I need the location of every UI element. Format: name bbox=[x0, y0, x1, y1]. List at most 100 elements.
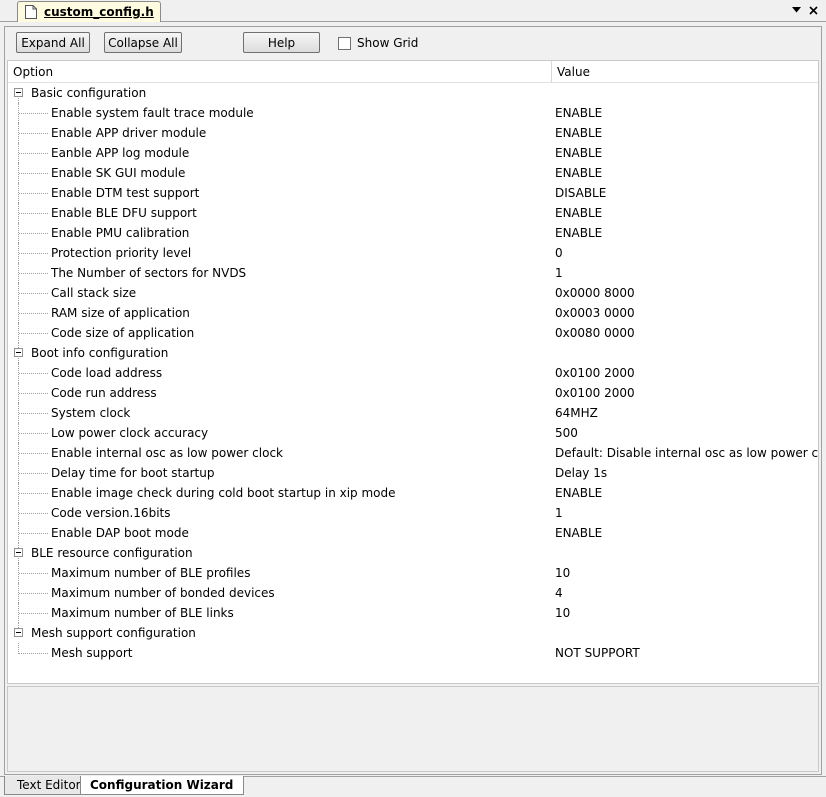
collapse-all-button[interactable]: Collapse All bbox=[104, 32, 182, 53]
show-grid-label: Show Grid bbox=[357, 36, 419, 50]
tree-option-row[interactable]: Code size of application 0x0080 0000 bbox=[8, 323, 818, 343]
tree-option-row[interactable]: Enable SK GUI module ENABLE bbox=[8, 163, 818, 183]
value-column-header[interactable]: Value bbox=[557, 65, 590, 79]
option-value[interactable]: 0 bbox=[555, 246, 563, 260]
option-label: Enable internal osc as low power clock bbox=[51, 446, 284, 460]
option-column-header[interactable]: Option bbox=[13, 65, 53, 79]
option-label: Low power clock accuracy bbox=[51, 426, 209, 440]
tree-option-row[interactable]: The Number of sectors for NVDS 1 bbox=[8, 263, 818, 283]
tree-group-row[interactable]: Mesh support configuration bbox=[8, 623, 818, 643]
option-value[interactable]: ENABLE bbox=[555, 106, 602, 120]
tree-option-row[interactable]: Enable BLE DFU support ENABLE bbox=[8, 203, 818, 223]
tree-option-row[interactable]: Mesh support NOT SUPPORT bbox=[8, 643, 818, 663]
option-label: Mesh support bbox=[51, 646, 133, 660]
file-tab-custom-config[interactable]: custom_config.h bbox=[17, 1, 161, 22]
show-grid-toggle[interactable]: Show Grid bbox=[338, 36, 418, 50]
tree-line bbox=[19, 173, 48, 174]
tree-group-row[interactable]: Boot info configuration bbox=[8, 343, 818, 363]
tree-line bbox=[19, 213, 48, 214]
option-value[interactable]: 0x0003 0000 bbox=[555, 306, 635, 320]
option-value[interactable]: 64MHZ bbox=[555, 406, 598, 420]
tree-option-row[interactable]: Enable internal osc as low power clock De… bbox=[8, 443, 818, 463]
tree-option-row[interactable]: Enable APP driver module ENABLE bbox=[8, 123, 818, 143]
tree-group-row[interactable]: Basic configuration bbox=[8, 83, 818, 103]
option-value[interactable]: Default: Disable internal osc as low pow… bbox=[555, 446, 818, 460]
option-value[interactable]: 10 bbox=[555, 566, 570, 580]
collapse-expander-icon[interactable] bbox=[14, 88, 23, 97]
option-label: Call stack size bbox=[51, 286, 137, 300]
tree-option-row[interactable]: Code load address 0x0100 2000 bbox=[8, 363, 818, 383]
tree-line bbox=[19, 613, 48, 614]
tree-option-row[interactable]: Maximum number of bonded devices 4 bbox=[8, 583, 818, 603]
show-grid-checkbox[interactable] bbox=[338, 36, 351, 50]
tree-option-row[interactable]: Maximum number of BLE profiles 10 bbox=[8, 563, 818, 583]
option-label: Enable APP driver module bbox=[51, 126, 207, 140]
collapse-expander-icon[interactable] bbox=[14, 628, 23, 637]
tree-rows: Basic configuration Enable system fault t… bbox=[8, 83, 818, 663]
tree-option-row[interactable]: Maximum number of BLE links 10 bbox=[8, 603, 818, 623]
tab-configuration-wizard[interactable]: Configuration Wizard bbox=[80, 776, 245, 795]
tree-line bbox=[19, 333, 48, 334]
file-tab-label: custom_config.h bbox=[44, 5, 154, 19]
option-value[interactable]: 0x0100 2000 bbox=[555, 386, 635, 400]
option-value[interactable]: Delay 1s bbox=[555, 466, 607, 480]
file-tab-strip: custom_config.h bbox=[0, 0, 826, 22]
option-tree[interactable]: Option Value Basic configuration Enable s… bbox=[7, 60, 819, 684]
tab-list-dropdown-icon[interactable] bbox=[790, 4, 802, 16]
tree-line bbox=[19, 413, 48, 414]
collapse-expander-icon[interactable] bbox=[14, 548, 23, 557]
group-label: Mesh support configuration bbox=[31, 626, 196, 640]
tree-option-row[interactable]: Call stack size 0x0000 8000 bbox=[8, 283, 818, 303]
expand-all-button[interactable]: Expand All bbox=[16, 32, 90, 53]
tree-line bbox=[19, 293, 48, 294]
option-value[interactable]: 1 bbox=[555, 266, 563, 280]
tree-option-row[interactable]: System clock 64MHZ bbox=[8, 403, 818, 423]
help-button[interactable]: Help bbox=[243, 32, 320, 53]
tab-text-editor[interactable]: Text Editor bbox=[4, 776, 91, 795]
option-label: Enable image check during cold boot star… bbox=[51, 486, 396, 500]
option-value[interactable]: 0x0080 0000 bbox=[555, 326, 635, 340]
tree-option-row[interactable]: Code run address 0x0100 2000 bbox=[8, 383, 818, 403]
tree-group-row[interactable]: BLE resource configuration bbox=[8, 543, 818, 563]
tree-option-row[interactable]: Code version.16bits 1 bbox=[8, 503, 818, 523]
tree-option-row[interactable]: Enable system fault trace module ENABLE bbox=[8, 103, 818, 123]
option-value[interactable]: ENABLE bbox=[555, 146, 602, 160]
option-value[interactable]: ENABLE bbox=[555, 486, 602, 500]
tree-header: Option Value bbox=[8, 61, 818, 83]
tree-line bbox=[19, 153, 48, 154]
option-value[interactable]: ENABLE bbox=[555, 526, 602, 540]
option-value[interactable]: ENABLE bbox=[555, 126, 602, 140]
option-label: Enable DTM test support bbox=[51, 186, 200, 200]
tree-option-row[interactable]: Eanble APP log module ENABLE bbox=[8, 143, 818, 163]
tree-line bbox=[19, 513, 48, 514]
option-value[interactable]: 500 bbox=[555, 426, 578, 440]
option-value[interactable]: 4 bbox=[555, 586, 563, 600]
tree-option-row[interactable]: Delay time for boot startup Delay 1s bbox=[8, 463, 818, 483]
option-value[interactable]: ENABLE bbox=[555, 166, 602, 180]
option-value[interactable]: 1 bbox=[555, 506, 563, 520]
option-value[interactable]: DISABLE bbox=[555, 186, 606, 200]
option-label: Code version.16bits bbox=[51, 506, 171, 520]
tree-option-row[interactable]: Enable image check during cold boot star… bbox=[8, 483, 818, 503]
tree-option-row[interactable]: Enable DTM test support DISABLE bbox=[8, 183, 818, 203]
option-value[interactable]: 0x0000 8000 bbox=[555, 286, 635, 300]
tree-line bbox=[19, 453, 48, 454]
tree-option-row[interactable]: RAM size of application 0x0003 0000 bbox=[8, 303, 818, 323]
toolbar: Expand All Collapse All Help Show Grid bbox=[5, 27, 821, 59]
tree-line bbox=[19, 113, 48, 114]
option-value[interactable]: 10 bbox=[555, 606, 570, 620]
option-value[interactable]: ENABLE bbox=[555, 226, 602, 240]
tree-option-row[interactable]: Protection priority level 0 bbox=[8, 243, 818, 263]
option-value[interactable]: ENABLE bbox=[555, 206, 602, 220]
tree-option-row[interactable]: Low power clock accuracy 500 bbox=[8, 423, 818, 443]
collapse-expander-icon[interactable] bbox=[14, 348, 23, 357]
tree-option-row[interactable]: Enable DAP boot mode ENABLE bbox=[8, 523, 818, 543]
description-pane bbox=[7, 686, 819, 772]
option-label: Enable system fault trace module bbox=[51, 106, 254, 120]
tree-option-row[interactable]: Enable PMU calibration ENABLE bbox=[8, 223, 818, 243]
option-value[interactable]: NOT SUPPORT bbox=[555, 646, 640, 660]
close-icon[interactable] bbox=[806, 3, 820, 17]
column-divider[interactable] bbox=[551, 61, 552, 83]
tree-line bbox=[19, 593, 48, 594]
option-value[interactable]: 0x0100 2000 bbox=[555, 366, 635, 380]
